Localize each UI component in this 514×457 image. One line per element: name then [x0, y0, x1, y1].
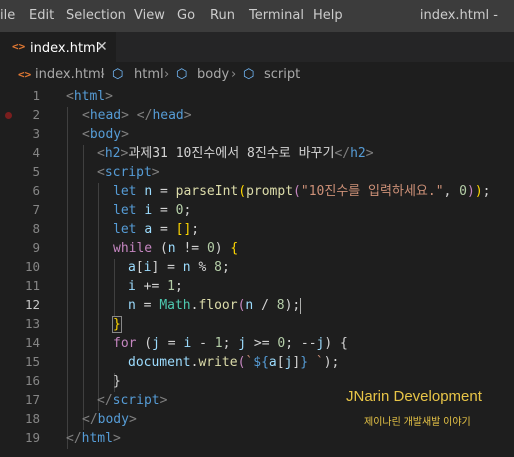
- code-line: }: [112, 316, 122, 333]
- line-number-gutter[interactable]: 1 2 3 4 5 6 7 8 9 10 11 12 13 14 15 16 1…: [0, 86, 56, 457]
- code-line: <h2>과제31 10진수에서 8진수로 바꾸기</h2>: [97, 146, 374, 161]
- line-number: 11: [24, 278, 40, 293]
- indent-guide: [67, 107, 68, 449]
- code-line: <body>: [82, 127, 129, 142]
- tab-label: index.html: [30, 41, 100, 56]
- code-line: i += 1;: [128, 279, 183, 294]
- line-number: 13: [24, 316, 40, 331]
- code-line: let n = parseInt(prompt("10진수를 입력하세요.", …: [113, 184, 491, 199]
- chevron-right-icon: ›: [164, 67, 170, 82]
- code-line: </body>: [82, 412, 137, 427]
- code-line: </script>: [97, 393, 168, 408]
- line-number: 19: [24, 430, 40, 445]
- line-number: 3: [32, 126, 40, 141]
- menu-edit[interactable]: Edit: [29, 8, 54, 23]
- symbol-tag-icon: ⬡: [243, 67, 255, 82]
- chevron-right-icon: ›: [231, 67, 237, 82]
- code-line: while (n != 0) {: [113, 241, 239, 256]
- line-number: 16: [24, 373, 40, 388]
- menu-selection[interactable]: Selection: [66, 8, 126, 23]
- code-line: <head> </head>: [82, 108, 192, 123]
- line-number: 1: [32, 88, 40, 103]
- breadcrumb: <> index.html › ⬡ html › ⬡ body › ⬡ scri…: [0, 62, 514, 86]
- line-number: 9: [32, 240, 40, 255]
- menu-run[interactable]: Run: [210, 8, 235, 23]
- breakpoint-hint-icon[interactable]: [5, 112, 12, 119]
- menu-file[interactable]: ile: [0, 8, 15, 23]
- line-number: 7: [32, 202, 40, 217]
- symbol-tag-icon: ⬡: [176, 67, 188, 82]
- html-file-icon: <>: [12, 40, 26, 53]
- window-title: index.html -: [419, 8, 498, 23]
- breadcrumb-item-file[interactable]: index.html: [35, 67, 104, 82]
- indent-guide: [83, 145, 84, 430]
- line-number: 18: [24, 411, 40, 426]
- code-line: }: [113, 374, 121, 389]
- line-number-active: 12: [24, 297, 40, 312]
- breadcrumb-item-body[interactable]: body: [197, 67, 229, 82]
- code-line: <script>: [97, 165, 160, 180]
- code-line: a[i] = n % 8;: [128, 260, 230, 275]
- tab-bar: <> index.html ✕: [0, 32, 514, 63]
- menu-bar: ile Edit Selection View Go Run Terminal …: [0, 0, 514, 32]
- menu-go[interactable]: Go: [177, 8, 195, 23]
- html-file-icon: <>: [18, 68, 32, 81]
- code-line: for (j = i - 1; j >= 0; --j) {: [113, 336, 348, 351]
- line-number: 10: [24, 259, 40, 274]
- line-number: 5: [32, 164, 40, 179]
- indent-guide: [114, 259, 115, 316]
- menu-view[interactable]: View: [134, 8, 165, 23]
- watermark-subtitle: 제이나린 개발새발 이야기: [364, 417, 471, 428]
- symbol-tag-icon: ⬡: [112, 67, 124, 82]
- code-line: document.write(`${a[j]} `);: [128, 355, 340, 370]
- line-number: 8: [32, 221, 40, 236]
- code-line: <html>: [66, 89, 113, 104]
- code-line: let i = 0;: [113, 203, 192, 218]
- line-number: 14: [24, 335, 40, 350]
- breadcrumb-item-html[interactable]: html: [134, 67, 164, 82]
- line-number: 17: [24, 392, 40, 407]
- tab-index-html[interactable]: <> index.html ✕: [0, 32, 116, 63]
- breadcrumb-item-script[interactable]: script: [264, 67, 300, 82]
- chevron-right-icon: ›: [100, 67, 106, 82]
- code-line: </html>: [66, 431, 121, 446]
- menu-help[interactable]: Help: [313, 8, 343, 23]
- watermark-title: JNarin Development: [346, 388, 482, 405]
- indent-guide: [98, 183, 99, 411]
- code-line: let a = [];: [113, 222, 200, 237]
- line-number: 15: [24, 354, 40, 369]
- text-cursor: [300, 297, 302, 314]
- close-icon[interactable]: ✕: [96, 39, 108, 55]
- line-number: 6: [32, 183, 40, 198]
- line-number: 4: [32, 145, 40, 160]
- menu-terminal[interactable]: Terminal: [249, 8, 304, 23]
- code-line-active: n = Math.floor(n / 8);: [128, 297, 302, 314]
